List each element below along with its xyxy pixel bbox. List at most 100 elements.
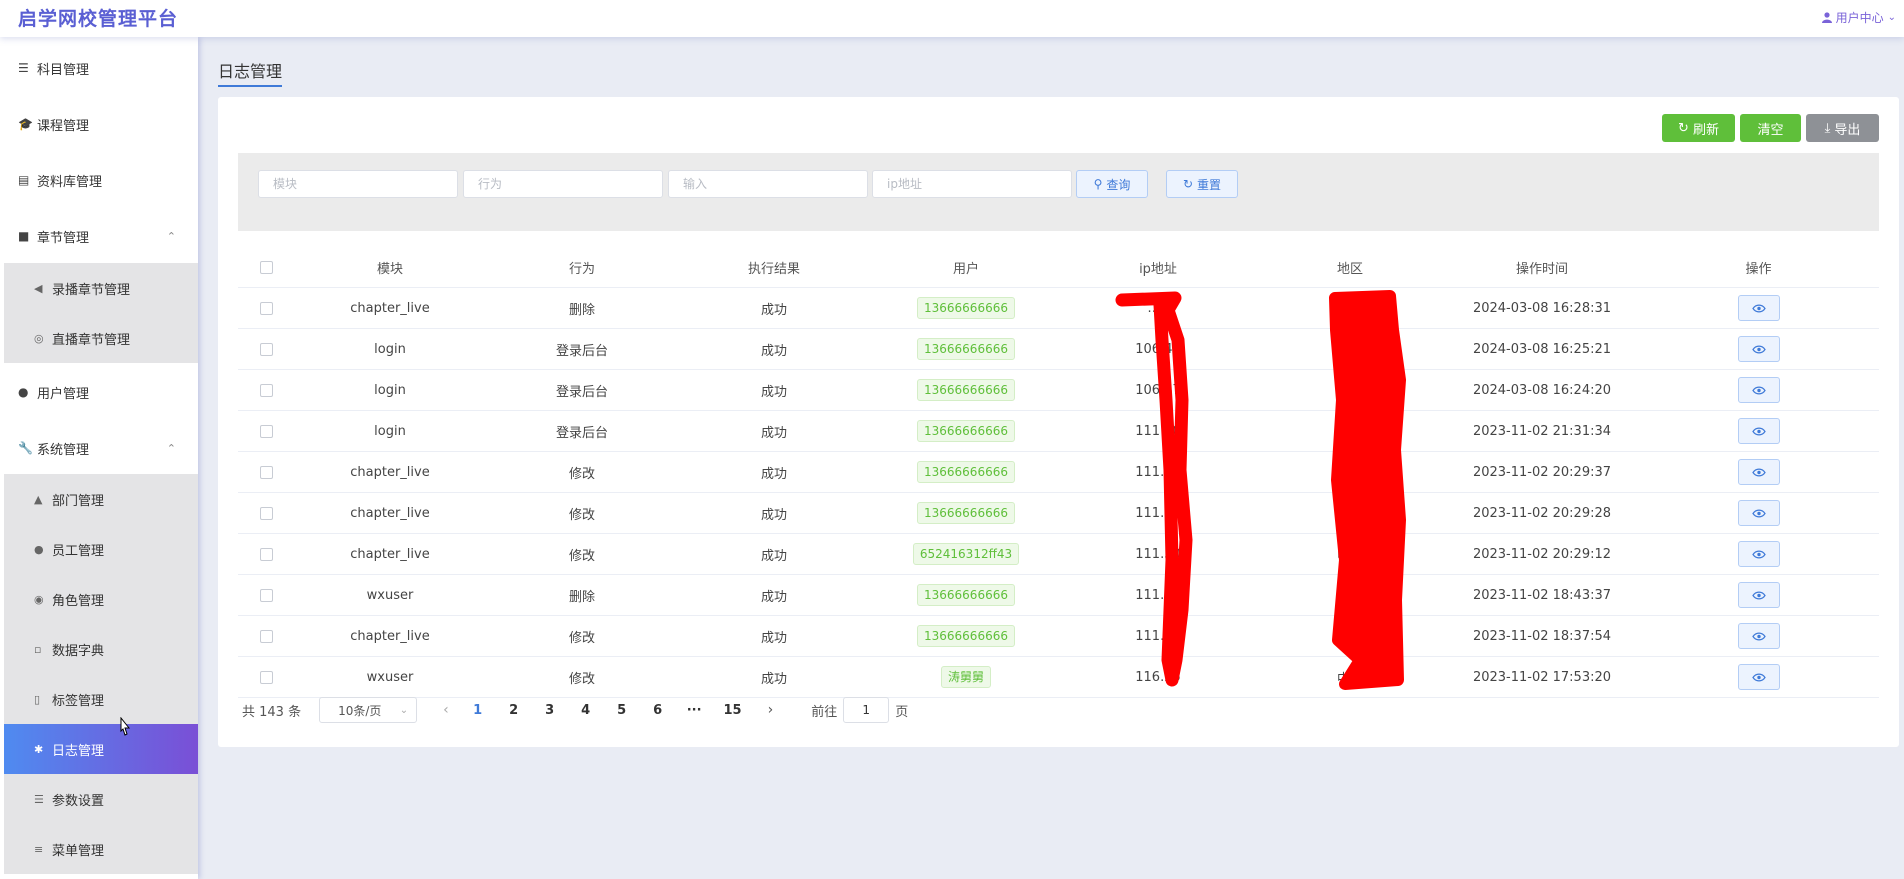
page-6[interactable]: 6 xyxy=(651,703,665,718)
cell-time: 2023-11-02 21:31:34 xyxy=(1472,423,1612,439)
page-4[interactable]: 4 xyxy=(579,703,593,718)
sidebar-item-label: 员工管理 xyxy=(52,543,105,559)
row-checkbox[interactable] xyxy=(259,670,273,684)
sidebar-subitem-tags[interactable]: ▯ 标签管理 xyxy=(4,674,198,724)
cell-user: 652416312ff43 xyxy=(870,543,1062,565)
cell-operation xyxy=(1638,541,1879,567)
user-tag: 涛舅舅 xyxy=(940,666,991,688)
cell-user: 13666666666 xyxy=(870,625,1062,647)
row-checkbox[interactable] xyxy=(259,342,273,356)
cell-user: 13666666666 xyxy=(870,297,1062,319)
page-5[interactable]: 5 xyxy=(615,703,629,718)
page-2[interactable]: 2 xyxy=(507,703,521,718)
module-input[interactable] xyxy=(258,170,458,198)
top-header: 启学网校管理平台 用户中心 ⌄ xyxy=(0,0,1904,37)
view-button[interactable] xyxy=(1737,336,1780,362)
chevron-down-icon: ⌄ xyxy=(399,704,409,716)
view-button[interactable] xyxy=(1737,377,1780,403)
cell-region: 中国 xyxy=(1336,630,1363,646)
cell-user: 13666666666 xyxy=(870,338,1062,360)
page-15[interactable]: 15 xyxy=(724,703,742,718)
page-size-value: 10条/页 xyxy=(338,703,382,718)
row-checkbox[interactable] xyxy=(259,547,273,561)
cell-ip: 116.25 xyxy=(1135,669,1181,685)
view-button[interactable] xyxy=(1737,664,1780,690)
sidebar-subitem-departments[interactable]: ▲ 部门管理 xyxy=(4,474,198,524)
row-checkbox[interactable] xyxy=(259,629,273,643)
cell-time: 2023-11-02 20:29:28 xyxy=(1472,505,1612,521)
next-page-icon[interactable]: › xyxy=(768,702,774,718)
cell-module: chapter_live xyxy=(350,505,430,521)
sidebar-subitem-menus[interactable]: ≡ 菜单管理 xyxy=(4,824,198,874)
cell-region: 中国 xyxy=(1336,671,1363,687)
row-checkbox[interactable] xyxy=(259,506,273,520)
prev-page-icon[interactable]: ‹ xyxy=(443,702,449,718)
goto-page-input[interactable] xyxy=(843,697,890,723)
sidebar-subitem-logs[interactable]: ✱ 日志管理 xyxy=(4,724,198,774)
view-button[interactable] xyxy=(1737,459,1780,485)
sidebar-subitem-dictionary[interactable]: ▫ 数据字典 xyxy=(4,624,198,674)
sidebar-item-courses[interactable]: 🎓 课程管理 xyxy=(0,99,198,149)
sidebar-subitem-recorded-chapters[interactable]: ◀ 录播章节管理 xyxy=(4,263,198,313)
page-ellipsis[interactable]: ··· xyxy=(687,703,702,718)
cell-module: wxuser xyxy=(366,669,414,685)
cell-operation xyxy=(1638,623,1879,649)
row-checkbox[interactable] xyxy=(259,383,273,397)
row-checkbox[interactable] xyxy=(259,424,273,438)
cell-region: 中国 xyxy=(1336,507,1363,523)
action-input[interactable] xyxy=(463,170,663,198)
eye-icon xyxy=(1751,386,1766,394)
download-icon: ⤓ xyxy=(1824,120,1831,136)
cell-action: 修改 xyxy=(568,630,595,646)
page-1[interactable]: 1 xyxy=(471,703,485,718)
row-select-cell xyxy=(238,506,294,520)
view-button[interactable] xyxy=(1737,582,1780,608)
table-row: wxuser 修改 成功 涛舅舅 116.25 中国 2023-11-02 17:53:20 xyxy=(238,657,1879,698)
view-button[interactable] xyxy=(1737,295,1780,321)
ip-input[interactable] xyxy=(872,170,1072,198)
eye-icon xyxy=(1751,345,1766,353)
user-center-menu[interactable]: 用户中心 ⌄ xyxy=(1821,9,1896,26)
reset-button[interactable]: ↻ 重置 xyxy=(1166,170,1238,198)
sidebar-subitem-roles[interactable]: ◉ 角色管理 xyxy=(4,574,198,624)
sidebar-subitem-live-chapters[interactable]: ◎ 直播章节管理 xyxy=(4,313,198,363)
cell-action: 修改 xyxy=(568,548,595,564)
sidebar-item-subjects[interactable]: ☰ 科目管理 xyxy=(0,43,198,93)
view-button[interactable] xyxy=(1737,623,1780,649)
cell-action: 删除 xyxy=(568,589,595,605)
clear-button[interactable]: 清空 xyxy=(1740,114,1801,142)
sidebar-item-users[interactable]: ● 用户管理 xyxy=(0,367,198,417)
cell-operation xyxy=(1638,500,1879,526)
sidebar-item-system[interactable]: 🔧 系统管理 ⌃ xyxy=(0,423,198,473)
page-3[interactable]: 3 xyxy=(543,703,557,718)
row-checkbox[interactable] xyxy=(259,465,273,479)
user-tag: 13666666666 xyxy=(917,502,1015,524)
row-select-cell xyxy=(238,588,294,602)
view-button[interactable] xyxy=(1737,418,1780,444)
export-button[interactable]: ⤓ 导出 xyxy=(1806,114,1879,142)
play-circle-icon: ◎ xyxy=(34,331,44,345)
query-button[interactable]: ⚲ 查询 xyxy=(1076,170,1148,198)
keyword-input[interactable] xyxy=(668,170,868,198)
refresh-button[interactable]: ↻ 刷新 xyxy=(1662,114,1735,142)
table-row: chapter_live 删除 成功 13666666666 …2 中国 2024-03-0… xyxy=(238,288,1879,329)
sidebar-subitem-parameters[interactable]: ☰ 参数设置 xyxy=(4,774,198,824)
eye-icon xyxy=(1751,632,1766,640)
folder-icon: ■ xyxy=(18,229,30,243)
sidebar-item-library[interactable]: ▤ 资料库管理 xyxy=(0,155,198,205)
sidebar-item-chapters[interactable]: ■ 章节管理 ⌃ xyxy=(0,211,198,261)
row-checkbox[interactable] xyxy=(259,301,273,315)
view-button[interactable] xyxy=(1737,541,1780,567)
cell-result: 成功 xyxy=(760,302,787,318)
table-header: 模块 行为 执行结果 用户 ip地址 地区 操作时间 操作 xyxy=(238,247,1879,288)
view-button[interactable] xyxy=(1737,500,1780,526)
select-all-cell xyxy=(238,260,294,274)
page-size-select[interactable]: 10条/页 ⌄ xyxy=(319,697,418,723)
sidebar-subitem-employees[interactable]: ● 员工管理 xyxy=(4,524,198,574)
select-all-checkbox[interactable] xyxy=(259,260,273,274)
row-checkbox[interactable] xyxy=(259,588,273,602)
cell-module: chapter_live xyxy=(350,464,430,480)
user-tag: 13666666666 xyxy=(917,461,1015,483)
cell-operation xyxy=(1638,377,1879,403)
cell-module: wxuser xyxy=(366,587,414,603)
